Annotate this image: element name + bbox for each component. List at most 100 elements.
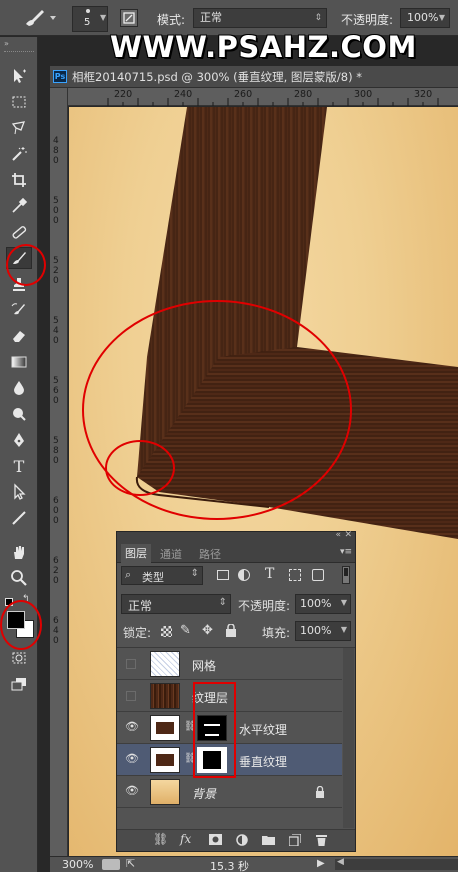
lock-label: 锁定: xyxy=(123,626,152,640)
highlight-circle-colors xyxy=(0,600,42,650)
marquee-tool-icon[interactable] xyxy=(6,91,32,113)
layer-row-background[interactable]: 👁 背景 xyxy=(117,776,342,808)
lasso-tool-icon[interactable] xyxy=(6,117,32,139)
layers-panel: « ✕ 图层 通道 路径 ▾≡ ⌕ 类型 ⇕ T 正常 ⇕ 不透明度: 100%… xyxy=(116,530,356,852)
zoom-tool-icon[interactable] xyxy=(6,567,32,589)
visibility-toggle-off[interactable] xyxy=(126,659,136,669)
mode-label: 模式: xyxy=(157,13,186,27)
layer-opacity-label: 不透明度: xyxy=(238,599,291,613)
close-panel-icon[interactable]: ✕ xyxy=(344,530,352,540)
search-icon: ⌕ xyxy=(125,568,132,581)
ruler-tick-label: 220 xyxy=(114,89,133,100)
layer-list-scrollbar[interactable] xyxy=(343,648,354,828)
updown-arrow-icon: ⇕ xyxy=(190,568,199,579)
eraser-tool-icon[interactable] xyxy=(6,325,32,347)
eye-icon[interactable]: 👁 xyxy=(125,753,139,764)
layer-list: 网格 纹理层 👁 ⛓ 水平纹理 👁 ⛓ 垂直纹理 👁 背景 xyxy=(117,647,355,828)
hand-tool-icon[interactable] xyxy=(6,541,32,563)
filter-toggle-switch[interactable] xyxy=(342,566,350,584)
visibility-toggle-off[interactable] xyxy=(126,691,136,701)
lock-pixels-icon[interactable]: ✎ xyxy=(180,623,191,638)
highlight-circle-corner-small xyxy=(105,440,175,496)
lock-all-icon[interactable] xyxy=(225,623,237,640)
layer-opacity-field[interactable]: 100% ▼ xyxy=(295,594,351,614)
blend-mode-value: 正常 xyxy=(128,599,153,613)
highlight-box-masks xyxy=(193,682,236,778)
add-mask-icon[interactable] xyxy=(209,834,222,848)
screen-mode-icon[interactable] xyxy=(6,673,32,695)
collapse-panel-icon[interactable]: « xyxy=(335,530,341,540)
gradient-tool-icon[interactable] xyxy=(6,351,32,373)
layer-filter-select[interactable]: ⌕ 类型 ⇕ xyxy=(121,566,203,585)
new-group-icon[interactable] xyxy=(262,834,275,848)
filter-adjustment-icon[interactable] xyxy=(238,569,250,581)
blur-tool-icon[interactable] xyxy=(6,377,32,399)
opacity-label: 不透明度: xyxy=(341,13,394,27)
fx-icon[interactable]: fx xyxy=(180,832,191,846)
chevron-down-icon: ▼ xyxy=(100,13,107,22)
tab-paths[interactable]: 路径 xyxy=(199,546,221,562)
dodge-tool-icon[interactable] xyxy=(6,403,32,425)
mode-value: 正常 xyxy=(200,11,222,24)
panel-header-bar[interactable]: « ✕ xyxy=(117,530,355,544)
eye-icon[interactable]: 👁 xyxy=(125,785,139,796)
status-preview-icon[interactable] xyxy=(102,859,120,870)
link-layers-icon[interactable]: ⛓ xyxy=(153,832,168,846)
chevron-down-icon[interactable]: ▼ xyxy=(341,598,347,607)
scroll-left-icon[interactable]: ◀ xyxy=(337,857,344,867)
tab-channels[interactable]: 通道 xyxy=(160,546,182,562)
layer-thumbnail xyxy=(150,683,180,709)
line-tool-icon[interactable] xyxy=(6,507,32,529)
ps-file-icon: Ps xyxy=(53,70,67,83)
opacity-value: 100% xyxy=(407,11,439,24)
horizontal-scrollbar[interactable]: ◀ xyxy=(335,857,458,870)
brush-size-picker[interactable]: 5 ▼ xyxy=(72,6,108,32)
tab-layers[interactable]: 图层 xyxy=(121,544,151,563)
magic-wand-tool-icon[interactable] xyxy=(6,143,32,165)
adjustment-layer-icon[interactable] xyxy=(236,834,248,849)
layer-name: 背景 xyxy=(192,787,217,801)
chevron-down-icon[interactable]: ▼ xyxy=(439,9,445,27)
ruler-tick-label: 300 xyxy=(354,89,373,100)
pen-tool-icon[interactable] xyxy=(6,429,32,451)
toolbox-grip[interactable] xyxy=(4,51,34,54)
filter-pixel-icon[interactable] xyxy=(217,570,229,580)
horizontal-ruler[interactable]: 220 240 260 280 300 320 xyxy=(68,88,458,106)
lock-transparent-icon[interactable] xyxy=(161,626,172,637)
opacity-field[interactable]: 100% ▼ xyxy=(400,8,450,28)
crop-tool-icon[interactable] xyxy=(6,169,32,191)
document-tab[interactable]: Ps 相框20140715.psd @ 300% (垂直纹理, 图层蒙版/8) … xyxy=(50,66,458,88)
status-timing: 15.3 秒 xyxy=(210,860,249,872)
lock-position-icon[interactable]: ✥ xyxy=(202,623,213,638)
export-icon[interactable]: ⇱ xyxy=(126,857,135,870)
toolbox-collapse-icon[interactable]: » xyxy=(4,39,9,48)
brush-tool-preset-icon[interactable] xyxy=(18,7,58,29)
type-tool-icon[interactable]: T xyxy=(6,455,32,477)
layer-row-grid[interactable]: 网格 xyxy=(117,648,342,680)
layer-thumbnail xyxy=(150,779,180,805)
vertical-ruler[interactable]: 480 500 520 540 560 580 600 620 640 xyxy=(50,88,68,856)
quick-mask-icon[interactable] xyxy=(6,647,32,669)
new-layer-icon[interactable] xyxy=(288,833,302,849)
zoom-level[interactable]: 300% xyxy=(62,858,93,871)
blend-mode-select[interactable]: 正常 ⇕ xyxy=(121,594,231,614)
eyedropper-tool-icon[interactable] xyxy=(6,195,32,217)
move-tool-icon[interactable] xyxy=(6,65,32,87)
fill-field[interactable]: 100% ▼ xyxy=(295,621,351,641)
path-selection-tool-icon[interactable] xyxy=(6,481,32,503)
healing-brush-tool-icon[interactable] xyxy=(6,221,32,243)
filter-type-icon[interactable]: T xyxy=(265,566,274,582)
history-brush-tool-icon[interactable] xyxy=(6,299,32,321)
filter-shape-icon[interactable] xyxy=(289,569,301,581)
layer-name: 水平纹理 xyxy=(239,723,288,737)
status-menu-arrow-icon[interactable]: ▶ xyxy=(317,858,325,869)
mode-select[interactable]: 正常 ⇕ xyxy=(193,8,327,28)
brush-panel-toggle-icon[interactable] xyxy=(120,9,138,27)
trash-icon[interactable] xyxy=(316,834,327,849)
chevron-down-icon[interactable]: ▼ xyxy=(341,625,347,634)
panel-menu-icon[interactable]: ▾≡ xyxy=(340,547,352,557)
fill-label: 填充: xyxy=(262,626,291,640)
eye-icon[interactable]: 👁 xyxy=(125,721,139,732)
ruler-tick-label: 240 xyxy=(174,89,193,100)
filter-smart-object-icon[interactable] xyxy=(312,569,324,581)
